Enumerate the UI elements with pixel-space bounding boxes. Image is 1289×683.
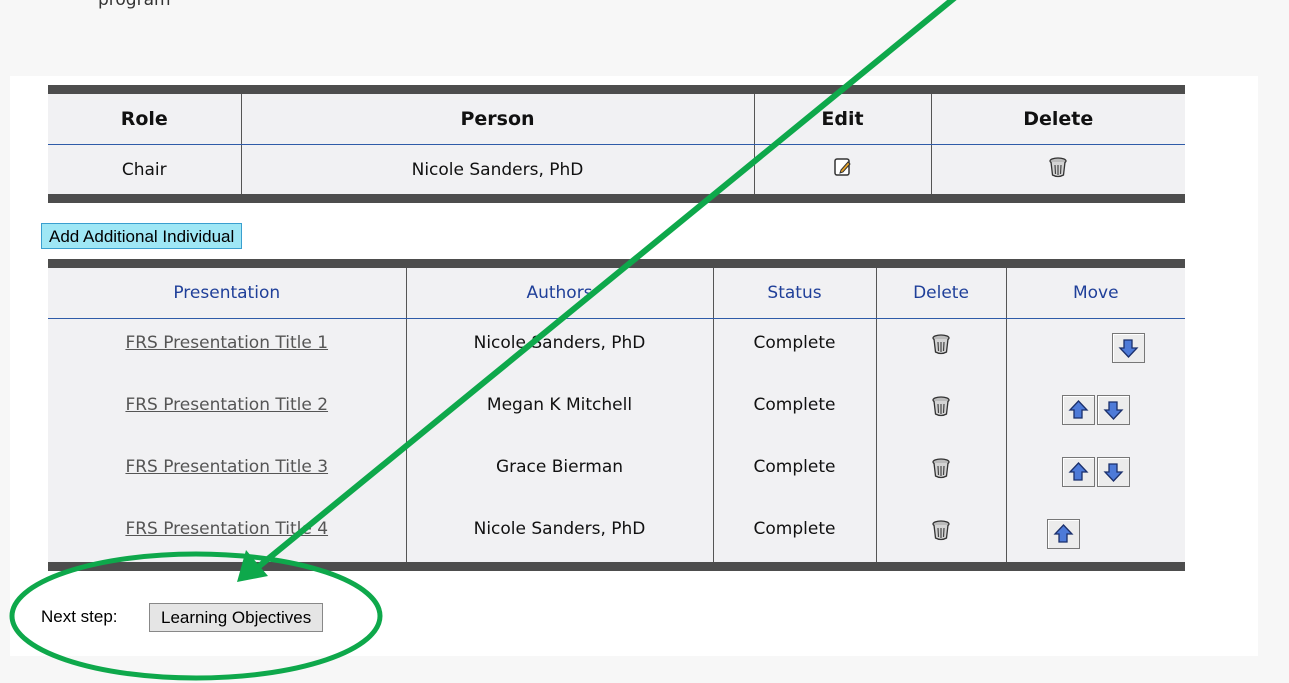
arrow-down-icon xyxy=(1103,400,1124,420)
trash-can-icon[interactable] xyxy=(931,395,951,422)
authors-cell: Grace Bierman xyxy=(405,442,713,505)
table-row: FRS Presentation Title 2 Megan K Mitchel… xyxy=(48,380,1185,443)
trash-can-icon[interactable] xyxy=(1048,157,1068,183)
content-panel: Role Person Edit Delete Chair Nicole San… xyxy=(10,76,1258,656)
person-header: Person xyxy=(240,89,754,145)
add-individual-button[interactable]: Add Additional Individual xyxy=(41,223,243,249)
move-cell xyxy=(1005,504,1185,567)
move-up-button[interactable] xyxy=(1061,394,1095,425)
delete-cell xyxy=(930,144,1185,199)
status-cell: Complete xyxy=(712,318,876,381)
authors-cell: Nicole Sanders, PhD xyxy=(405,504,713,567)
move-up-button[interactable] xyxy=(1046,518,1080,549)
delete-header[interactable]: Delete xyxy=(875,263,1006,319)
next-step-label: Next step: xyxy=(41,607,118,626)
move-cell xyxy=(1005,380,1185,443)
status-cell: Complete xyxy=(712,504,876,567)
presentation-cell: FRS Presentation Title 1 xyxy=(48,319,406,381)
status-cell: Complete xyxy=(712,380,876,443)
move-cell xyxy=(1005,318,1185,381)
presentations-table: Presentation Authors Status Delete Move … xyxy=(48,259,1185,571)
delete-cell xyxy=(875,504,1006,567)
arrow-down-icon xyxy=(1118,339,1139,358)
learning-objectives-button[interactable]: Learning Objectives xyxy=(149,603,324,632)
presentation-cell: FRS Presentation Title 3 xyxy=(48,443,406,505)
roles-table: Role Person Edit Delete Chair Nicole San… xyxy=(48,85,1185,203)
table-row: FRS Presentation Title 1 Nicole Sanders,… xyxy=(48,318,1185,381)
arrow-up-icon xyxy=(1068,399,1089,419)
edit-cell xyxy=(753,144,931,199)
arrow-up-icon xyxy=(1068,461,1089,481)
presentation-link[interactable]: FRS Presentation Title 1 xyxy=(125,333,328,353)
table-row: FRS Presentation Title 3 Grace Bierman C… xyxy=(48,442,1185,505)
roles-header-row: Role Person Edit Delete xyxy=(48,89,1185,145)
authors-header[interactable]: Authors xyxy=(405,263,713,319)
trash-can-icon[interactable] xyxy=(931,457,951,484)
person-cell: Nicole Sanders, PhD xyxy=(240,144,754,199)
move-down-button[interactable] xyxy=(1096,456,1130,487)
status-header[interactable]: Status xyxy=(712,263,876,319)
presentation-cell: FRS Presentation Title 2 xyxy=(48,381,406,443)
presentation-header[interactable]: Presentation xyxy=(48,263,406,319)
table-row: FRS Presentation Title 4 Nicole Sanders,… xyxy=(48,504,1185,567)
move-cell xyxy=(1005,442,1185,505)
delete-cell xyxy=(875,442,1006,505)
authors-cell: Megan K Mitchell xyxy=(405,380,713,443)
role-cell: Chair xyxy=(121,159,167,180)
trash-can-icon[interactable] xyxy=(931,519,951,546)
authors-cell: Nicole Sanders, PhD xyxy=(405,318,713,381)
move-down-button[interactable] xyxy=(1112,333,1145,363)
move-up-button[interactable] xyxy=(1061,456,1095,487)
move-header[interactable]: Move xyxy=(1005,263,1185,319)
edit-note-icon[interactable] xyxy=(833,158,853,182)
status-cell: Complete xyxy=(712,442,876,505)
top-cutoff-text: program xyxy=(98,0,171,10)
delete-cell xyxy=(875,318,1006,381)
role-header: Role xyxy=(48,89,241,145)
presentation-link[interactable]: FRS Presentation Title 2 xyxy=(125,395,328,415)
arrow-down-icon xyxy=(1103,462,1124,482)
role-row: Chair Nicole Sanders, PhD xyxy=(48,144,1185,199)
delete-cell xyxy=(875,380,1006,443)
presentations-header-row: Presentation Authors Status Delete Move xyxy=(48,263,1185,319)
arrow-up-icon xyxy=(1052,523,1074,543)
delete-header: Delete xyxy=(930,89,1185,145)
presentation-cell: FRS Presentation Title 4 xyxy=(48,505,406,567)
presentation-link[interactable]: FRS Presentation Title 4 xyxy=(125,519,328,539)
move-down-button[interactable] xyxy=(1096,394,1130,425)
presentation-link[interactable]: FRS Presentation Title 3 xyxy=(125,457,328,477)
trash-can-icon[interactable] xyxy=(931,334,951,360)
edit-header: Edit xyxy=(753,89,931,145)
